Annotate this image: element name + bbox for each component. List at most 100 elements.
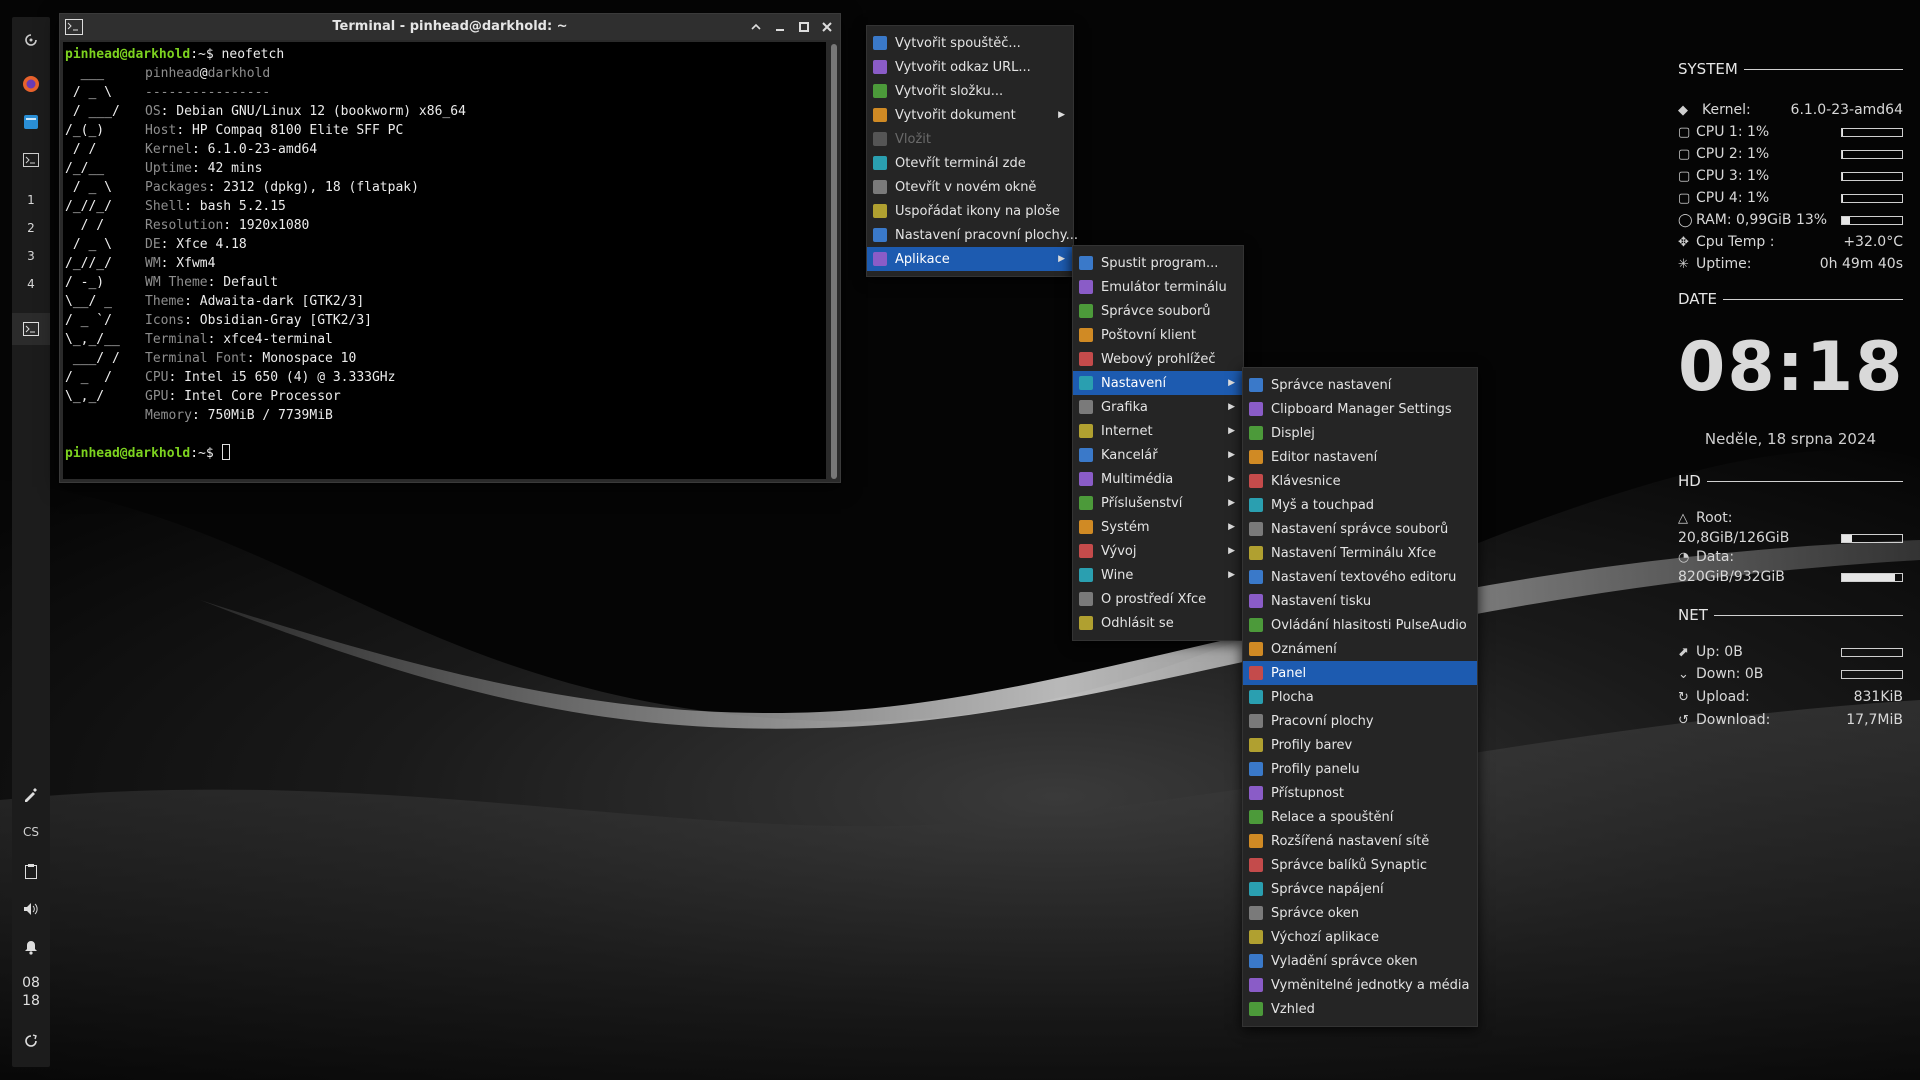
minimize-button[interactable] bbox=[770, 17, 790, 37]
settings-menu-item-label: Rozšířená nastavení sítě bbox=[1271, 833, 1430, 849]
desktop-menu-item-document[interactable]: Vytvořit dokument ▶ bbox=[867, 103, 1073, 127]
settings-menu-item-default-apps[interactable]: Výchozí aplikace bbox=[1243, 925, 1477, 949]
apps-menu-item-multimedia[interactable]: Multimédia ▶ bbox=[1073, 467, 1243, 491]
apps-menu-item-mail[interactable]: Poštovní klient bbox=[1073, 323, 1243, 347]
ascii-art: /_//_/ bbox=[65, 256, 112, 271]
apps-menu-item-file-manager[interactable]: Správce souborů bbox=[1073, 299, 1243, 323]
desktop-menu-item-desktop-settings[interactable]: Nastavení pracovní plochy... bbox=[867, 223, 1078, 247]
workspace-3[interactable]: 3 bbox=[12, 243, 50, 269]
settings-menu-item-workspaces[interactable]: Pracovní plochy bbox=[1243, 709, 1477, 733]
settings-menu-item-color-profiles[interactable]: Profily barev bbox=[1243, 733, 1477, 757]
settings-menu-item-terminal-settings[interactable]: Nastavení Terminálu Xfce bbox=[1243, 541, 1477, 565]
clipboard-icon[interactable] bbox=[12, 856, 50, 886]
apps-menu-item-office[interactable]: Kancelář ▶ bbox=[1073, 443, 1243, 467]
info-value: : 6.1.0-23-amd64 bbox=[191, 142, 318, 157]
terminal-launcher-icon[interactable] bbox=[12, 145, 50, 175]
settings-menu-item-printer[interactable]: Nastavení tisku bbox=[1243, 589, 1477, 613]
settings-menu-item-display[interactable]: Displej bbox=[1243, 421, 1477, 445]
notification-bell-icon[interactable] bbox=[12, 932, 50, 962]
settings-menu-item-settings-manager[interactable]: Správce nastavení bbox=[1243, 373, 1477, 397]
neofetch-user: pinhead bbox=[145, 66, 200, 81]
settings-menu-item-window-manager[interactable]: Správce oken bbox=[1243, 901, 1477, 925]
apps-menu-item-label: Emulátor terminálu bbox=[1101, 279, 1227, 295]
apps-menu-item-internet[interactable]: Internet ▶ bbox=[1073, 419, 1243, 443]
settings-menu-item-removable-media[interactable]: Vyměnitelné jednotky a média bbox=[1243, 973, 1477, 997]
settings-menu-item-settings-editor[interactable]: Editor nastavení bbox=[1243, 445, 1477, 469]
terminal-titlebar[interactable]: Terminal - pinhead@darkhold: ~ bbox=[60, 14, 840, 40]
notification-icon bbox=[1249, 642, 1263, 656]
apps-menu-item-graphics[interactable]: Grafika ▶ bbox=[1073, 395, 1243, 419]
settings-menu-item-wm-tweaks[interactable]: Vyladění správce oken bbox=[1243, 949, 1477, 973]
file-manager-launcher-icon[interactable] bbox=[12, 107, 50, 137]
desktop-menu-item-terminal[interactable]: Otevřít terminál zde bbox=[867, 151, 1073, 175]
action-buttons-icon[interactable] bbox=[12, 1026, 50, 1056]
cpu-icon: ▢ bbox=[1678, 124, 1691, 140]
prompt: pinhead@darkhold bbox=[65, 446, 191, 461]
settings-menu-item-appearance[interactable]: Vzhled bbox=[1243, 997, 1477, 1021]
task-terminal-icon[interactable] bbox=[12, 313, 50, 345]
neofetch-line: Memory: 750MiB / 7739MiB bbox=[65, 406, 824, 425]
cpu-icon: ▢ bbox=[1678, 146, 1691, 162]
data-drive-icon: ◔ bbox=[1678, 549, 1690, 565]
settings-menu-item-network[interactable]: Rozšířená nastavení sítě bbox=[1243, 829, 1477, 853]
workspace-1[interactable]: 1 bbox=[12, 187, 50, 213]
settings-editor-icon bbox=[1249, 450, 1263, 464]
workspace-2[interactable]: 2 bbox=[12, 215, 50, 241]
info-key: OS bbox=[145, 104, 161, 119]
apps-menu-item-wine[interactable]: Wine ▶ bbox=[1073, 563, 1243, 587]
settings-menu-item-text-editor[interactable]: Nastavení textového editoru bbox=[1243, 565, 1477, 589]
wm-tweaks-icon bbox=[1249, 954, 1263, 968]
close-button[interactable] bbox=[817, 17, 837, 37]
workspace-4[interactable]: 4 bbox=[12, 271, 50, 297]
settings-menu-item-file-manager-settings[interactable]: Nastavení správce souborů bbox=[1243, 517, 1477, 541]
settings-menu-item-accessibility[interactable]: Přístupnost bbox=[1243, 781, 1477, 805]
apps-menu-item-label: Odhlásit se bbox=[1101, 615, 1174, 631]
desktop-menu-item-applications[interactable]: Aplikace ▶ bbox=[867, 247, 1073, 271]
apps-menu-item-browser[interactable]: Webový prohlížeč bbox=[1073, 347, 1243, 371]
apps-menu-item-logout[interactable]: Odhlásit se bbox=[1073, 611, 1243, 635]
cpu-temp-label: Cpu Temp : bbox=[1696, 234, 1775, 250]
settings-menu-item-keyboard[interactable]: Klávesnice bbox=[1243, 469, 1477, 493]
whisker-menu-icon[interactable] bbox=[12, 25, 50, 55]
root-label: Root: bbox=[1696, 510, 1733, 526]
kernel-row: ◆ Kernel: 6.1.0-23-amd64 bbox=[1678, 100, 1903, 120]
desktop-menu-item-launcher[interactable]: Vytvořit spouštěč... bbox=[867, 31, 1073, 55]
keyboard-icon bbox=[1249, 474, 1263, 488]
settings-menu-item-synaptic[interactable]: Správce balíků Synaptic bbox=[1243, 853, 1477, 877]
info-key: Host bbox=[145, 123, 177, 138]
color-picker-icon[interactable] bbox=[12, 779, 50, 809]
settings-menu-item-volume-control[interactable]: Ovládání hlasitosti PulseAudio bbox=[1243, 613, 1477, 637]
apps-menu-item-system[interactable]: Systém ▶ bbox=[1073, 515, 1243, 539]
desktop-menu-item-window[interactable]: Otevřít v novém okně bbox=[867, 175, 1073, 199]
panel-clock[interactable]: 08 18 bbox=[12, 974, 50, 1010]
keyboard-layout-indicator[interactable]: CS bbox=[12, 817, 50, 847]
ram-bar bbox=[1841, 215, 1903, 225]
terminal-scrollbar[interactable] bbox=[831, 44, 837, 479]
firefox-launcher-icon[interactable] bbox=[12, 69, 50, 99]
settings-menu-item-clipboard[interactable]: Clipboard Manager Settings bbox=[1243, 397, 1477, 421]
settings-menu-item-mouse[interactable]: Myš a touchpad bbox=[1243, 493, 1477, 517]
desktop-menu-item-link[interactable]: Vytvořit odkaz URL... bbox=[867, 55, 1073, 79]
settings-menu-item-panel-profiles[interactable]: Profily panelu bbox=[1243, 757, 1477, 781]
apps-menu-item-run[interactable]: Spustit program... bbox=[1073, 251, 1243, 275]
terminal-output[interactable]: pinhead@darkhold:~$ neofetch ___ pinhead@… bbox=[63, 42, 826, 479]
maximize-button[interactable] bbox=[794, 17, 814, 37]
apps-menu-item-label: Poštovní klient bbox=[1101, 327, 1196, 343]
settings-menu-item-power[interactable]: Správce napájení bbox=[1243, 877, 1477, 901]
apps-menu-item-terminal[interactable]: Emulátor terminálu bbox=[1073, 275, 1243, 299]
apps-menu-item-development[interactable]: Vývoj ▶ bbox=[1073, 539, 1243, 563]
desktop-menu-item-arrange[interactable]: Uspořádat ikony na ploše bbox=[867, 199, 1073, 223]
settings-menu-item-panel[interactable]: Panel bbox=[1243, 661, 1477, 685]
apps-menu-item-about[interactable]: O prostředí Xfce bbox=[1073, 587, 1243, 611]
shade-button[interactable] bbox=[746, 17, 766, 37]
terminal-window[interactable]: Terminal - pinhead@darkhold: ~ pinhead@d… bbox=[59, 13, 841, 483]
cpu-temp-row: ✥ Cpu Temp : +32.0°C bbox=[1678, 232, 1903, 252]
settings-menu-item-session[interactable]: Relace a spouštění bbox=[1243, 805, 1477, 829]
volume-icon[interactable] bbox=[12, 894, 50, 924]
apps-menu-item-settings[interactable]: Nastavení ▶ bbox=[1073, 371, 1243, 395]
apps-menu-item-accessories[interactable]: Příslušenství ▶ bbox=[1073, 491, 1243, 515]
desktop-menu-item-folder[interactable]: Vytvořit složku... bbox=[867, 79, 1073, 103]
settings-menu-item-notification[interactable]: Oznámení bbox=[1243, 637, 1477, 661]
internet-icon bbox=[1079, 424, 1093, 438]
settings-menu-item-desktop[interactable]: Plocha bbox=[1243, 685, 1477, 709]
